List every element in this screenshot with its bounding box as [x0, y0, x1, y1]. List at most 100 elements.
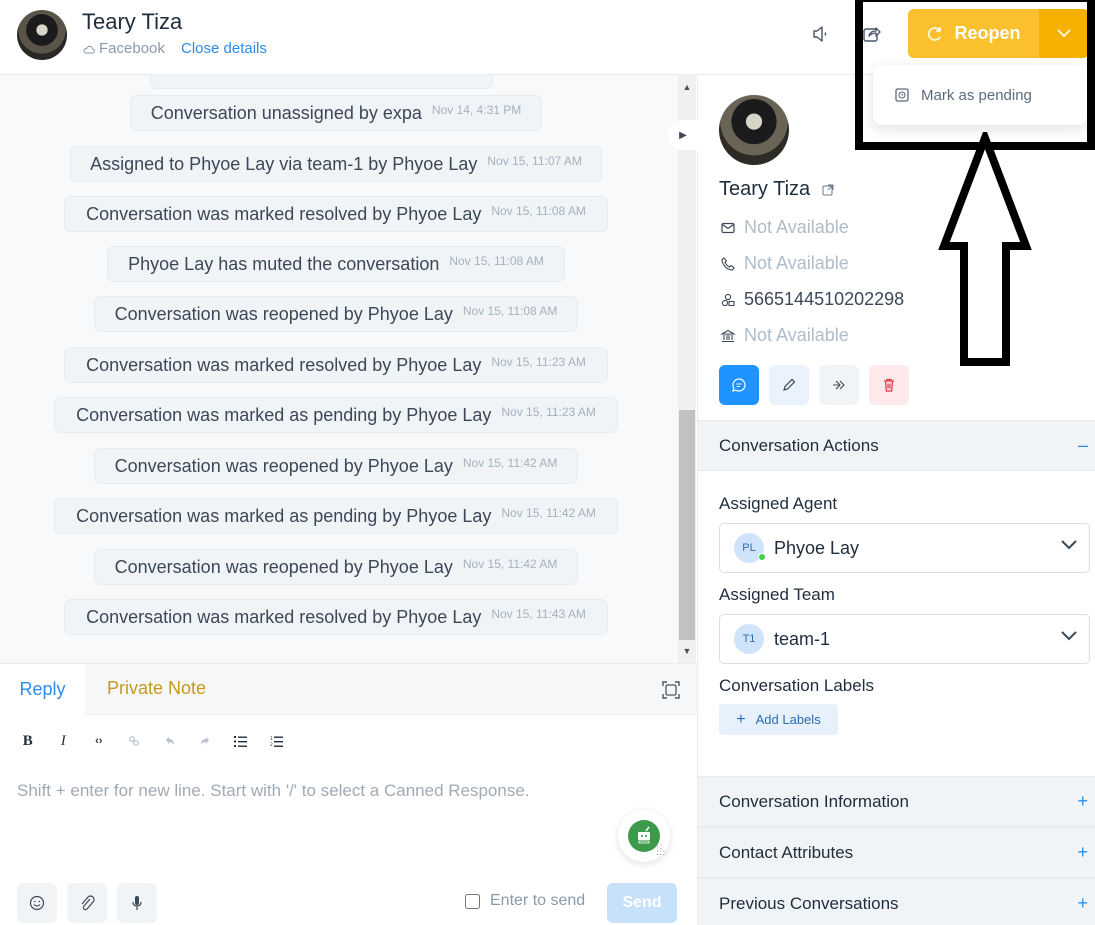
activity-message: Conversation unassigned by expa Nov 14, 4…	[130, 95, 542, 131]
activity-message: Conversation was marked resolved by Phyo…	[64, 599, 608, 635]
expand-icon[interactable]: +	[1077, 791, 1088, 812]
reopen-label: Reopen	[954, 23, 1021, 43]
scrollbar-thumb[interactable]	[679, 410, 695, 640]
italic-icon[interactable]: I	[46, 731, 82, 751]
contact-company: Not Available	[744, 325, 849, 345]
chevron-down-icon	[1061, 631, 1077, 641]
chevron-down-icon	[1057, 29, 1071, 38]
activity-message: Conversation was reopened by Phyoe Lay No…	[94, 448, 578, 484]
conversation-actions-header[interactable]: Conversation Actions –	[698, 420, 1095, 471]
contact-phone: Not Available	[744, 253, 849, 273]
cloud-icon	[83, 45, 95, 53]
activity-message: Phyoe Lay has muted the conversation Nov …	[107, 246, 565, 282]
contact-email: Not Available	[744, 217, 849, 237]
reply-box: Reply Private Note B I ‹› 12 Shift + ent…	[0, 663, 697, 925]
activity-message: Conversation was marked as pending by Ph…	[54, 498, 618, 534]
mark-as-pending-item[interactable]: Mark as pending	[921, 87, 1032, 104]
activity-message: Conversation was reopened by Phyoe Lay No…	[94, 549, 578, 585]
email-icon	[721, 222, 735, 233]
reopen-dropdown-toggle[interactable]	[1039, 9, 1089, 58]
contact-name: Teary Tiza	[82, 9, 183, 34]
new-message-button[interactable]	[719, 365, 759, 405]
activity-message	[150, 75, 493, 89]
contact-actions	[719, 365, 909, 405]
contact-id-icon	[721, 293, 735, 306]
contact-attributes-header[interactable]: Contact Attributes +	[698, 827, 1095, 878]
svg-text:2: 2	[270, 742, 273, 747]
mute-icon[interactable]	[811, 24, 831, 44]
expand-icon[interactable]: +	[1077, 893, 1088, 914]
activity-message: Conversation was reopened by Phyoe Lay No…	[94, 296, 578, 332]
reopen-button[interactable]: Reopen	[908, 9, 1039, 58]
chevron-down-icon	[1061, 540, 1077, 550]
pencil-icon	[783, 378, 796, 391]
expand-icon[interactable]: +	[1077, 842, 1088, 863]
external-link-icon[interactable]	[822, 184, 834, 196]
reopen-dropdown-menu: Mark as pending	[873, 65, 1087, 125]
share-icon[interactable]	[862, 24, 882, 44]
assigned-agent-name: Phyoe Lay	[774, 537, 860, 558]
paperclip-icon	[81, 895, 95, 911]
ordered-list-icon[interactable]: 12	[259, 731, 295, 751]
caret-right-icon: ▶	[679, 129, 687, 141]
conversation-header: Teary Tiza Facebook Close details Reopen	[0, 0, 1095, 75]
activity-message: Conversation was marked resolved by Phyo…	[64, 347, 608, 383]
enter-to-send-label: Enter to send	[490, 892, 586, 909]
phone-icon	[721, 256, 735, 271]
tab-private-note[interactable]: Private Note	[107, 678, 206, 699]
edit-contact-button[interactable]	[769, 365, 809, 405]
delete-contact-button[interactable]	[869, 365, 909, 405]
message-list: Conversation unassigned by expa Nov 14, 4…	[0, 75, 678, 663]
enter-to-send-toggle[interactable]: Enter to send	[465, 892, 585, 910]
previous-conversations-header[interactable]: Previous Conversations +	[698, 878, 1095, 925]
online-status-indicator	[758, 553, 766, 561]
svg-text:1: 1	[270, 736, 273, 742]
scroll-up-arrow-icon[interactable]: ▲	[678, 78, 696, 96]
bullet-list-icon[interactable]	[223, 731, 259, 751]
reply-tabs: Reply Private Note	[0, 664, 697, 715]
snooze-icon	[895, 88, 909, 102]
toggle-panel-button[interactable]: ▶	[668, 120, 698, 150]
chat-bubble-icon	[732, 378, 746, 392]
contact-avatar[interactable]	[17, 10, 67, 60]
channel-info: Facebook	[83, 40, 165, 57]
microphone-icon	[132, 896, 142, 910]
bold-icon[interactable]: B	[10, 731, 46, 751]
contact-identifier-row: 5665144510202298	[720, 289, 904, 310]
attachment-button[interactable]	[67, 883, 107, 923]
tab-reply[interactable]: Reply	[0, 664, 85, 715]
scroll-down-arrow-icon[interactable]: ▼	[678, 642, 696, 660]
company-icon	[720, 329, 736, 342]
conversation-labels-title: Conversation Labels	[719, 676, 874, 695]
activity-message: Conversation was marked resolved by Phyo…	[64, 196, 608, 232]
team-avatar: T1	[734, 624, 764, 654]
contact-panel-avatar	[719, 95, 789, 165]
redo-icon[interactable]	[188, 731, 224, 751]
add-labels-button[interactable]: + Add Labels	[719, 704, 838, 735]
message-editor[interactable]: Shift + enter for new line. Start with '…	[17, 781, 667, 801]
assigned-team-select[interactable]: T1 team-1	[719, 614, 1090, 664]
contact-panel: Teary Tiza Not Available Not Available 5…	[697, 75, 1095, 925]
plus-icon: +	[736, 710, 746, 728]
conversation-information-header[interactable]: Conversation Information +	[698, 776, 1095, 827]
close-details-link[interactable]: Close details	[181, 40, 267, 57]
bot-icon	[628, 820, 660, 852]
drag-handle-icon[interactable]: ·::::	[656, 843, 666, 857]
conversation-view: Teary Tiza Facebook Close details Reopen…	[0, 0, 1095, 925]
contact-phone-row: Not Available	[720, 253, 849, 274]
collapse-icon[interactable]: –	[1078, 435, 1088, 456]
fullscreen-icon[interactable]	[662, 681, 680, 699]
channel-name: Facebook	[99, 40, 165, 57]
code-icon[interactable]: ‹›	[81, 731, 117, 751]
enter-to-send-checkbox[interactable]	[465, 893, 480, 909]
trash-icon	[884, 378, 894, 392]
undo-icon[interactable]	[152, 731, 188, 751]
assistant-bot-button[interactable]: ·::::	[618, 810, 670, 862]
assigned-agent-select[interactable]: PL Phyoe Lay	[719, 523, 1090, 573]
emoji-button[interactable]	[17, 883, 57, 923]
send-button[interactable]: Send	[607, 883, 677, 923]
voice-record-button[interactable]	[117, 883, 157, 923]
editor-toolbar: B I ‹› 12	[10, 731, 294, 751]
link-icon[interactable]	[117, 731, 153, 751]
merge-contact-button[interactable]	[819, 365, 859, 405]
